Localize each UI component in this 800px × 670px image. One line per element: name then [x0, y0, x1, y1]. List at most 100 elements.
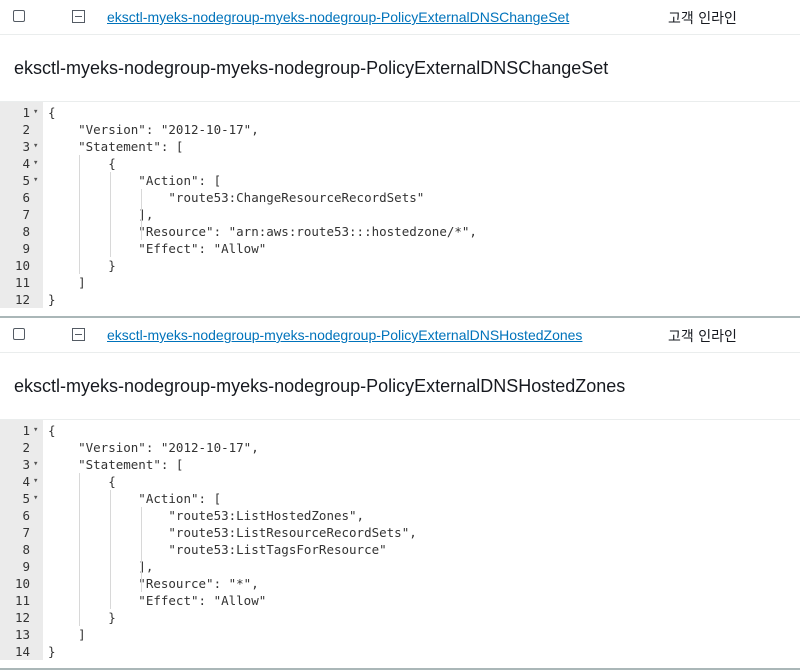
line-number: 4	[22, 156, 30, 171]
fold-arrow-icon[interactable]: ▾	[33, 473, 38, 490]
line-number: 5	[22, 491, 30, 506]
code-text: }	[48, 610, 116, 625]
policy-type-label: 고객 인라인	[668, 11, 737, 27]
fold-arrow-icon[interactable]: ▾	[33, 104, 38, 121]
line-number: 1	[22, 423, 30, 438]
policy-detail: eksctl-myeks-nodegroup-myeks-nodegroup-P…	[0, 35, 800, 318]
line-number: 1	[22, 105, 30, 120]
policy-list: eksctl-myeks-nodegroup-myeks-nodegroup-P…	[0, 0, 800, 670]
code-line: 8 "Resource": "arn:aws:route53:::hostedz…	[0, 223, 800, 240]
indent-guide	[79, 155, 80, 274]
code-line: 1 ▾ {	[0, 422, 800, 439]
code-line: 11 ]	[0, 274, 800, 291]
fold-arrow-icon[interactable]: ▾	[33, 456, 38, 473]
code-line: 4 ▾ {	[0, 155, 800, 172]
fold-arrow-icon[interactable]: ▾	[33, 422, 38, 439]
policy-row[interactable]: eksctl-myeks-nodegroup-myeks-nodegroup-P…	[0, 318, 800, 353]
code-text: "route53:ListHostedZones",	[48, 508, 365, 523]
line-number: 3	[22, 457, 30, 472]
editor-bottom-border	[0, 308, 800, 318]
code-text: ]	[48, 627, 86, 642]
code-text: "Action": [	[48, 491, 222, 506]
fold-arrow-icon[interactable]: ▾	[33, 172, 38, 189]
fold-arrow-icon[interactable]: ▾	[33, 155, 38, 172]
line-number: 7	[22, 207, 30, 222]
code-line: 13 ]	[0, 626, 800, 643]
line-number: 6	[22, 190, 30, 205]
code-text: }	[48, 292, 56, 307]
json-policy-editor[interactable]: 1 ▾{2 "Version": "2012-10-17", 3 ▾ "Stateme…	[0, 102, 800, 308]
code-text: }	[48, 258, 116, 273]
code-line: 6 "route53:ListHostedZones",	[0, 507, 800, 524]
code-line: 11 "Effect": "Allow"	[0, 592, 800, 609]
collapse-icon[interactable]	[72, 10, 85, 23]
code-text: {	[48, 423, 56, 438]
policy-detail-title: eksctl-myeks-nodegroup-myeks-nodegroup-P…	[0, 35, 800, 102]
indent-guide	[79, 473, 80, 626]
policy-name-link[interactable]: eksctl-myeks-nodegroup-myeks-nodegroup-P…	[107, 327, 582, 343]
json-policy-editor[interactable]: 1 ▾{2 "Version": "2012-10-17", 3 ▾ "Stateme…	[0, 420, 800, 660]
code-line: 5 ▾ "Action": [	[0, 490, 800, 507]
code-line: 9 "Effect": "Allow"	[0, 240, 800, 257]
code-line: 2 "Version": "2012-10-17",	[0, 121, 800, 138]
indent-guide	[110, 490, 111, 609]
code-line: 14}	[0, 643, 800, 660]
code-line: 5 ▾ "Action": [	[0, 172, 800, 189]
code-line: 1 ▾ {	[0, 104, 800, 121]
indent-guide	[141, 189, 142, 240]
line-number: 5	[22, 173, 30, 188]
code-text: }	[48, 644, 56, 659]
policy-detail: eksctl-myeks-nodegroup-myeks-nodegroup-P…	[0, 353, 800, 670]
code-text: "Action": [	[48, 173, 222, 188]
line-number: 12	[14, 292, 30, 307]
line-number: 10	[14, 576, 30, 591]
code-text: "Resource": "arn:aws:route53:::hostedzon…	[48, 224, 477, 239]
line-number: 9	[22, 559, 30, 574]
line-number: 12	[14, 610, 30, 625]
fold-arrow-icon[interactable]: ▾	[33, 138, 38, 155]
code-line: 4 ▾ {	[0, 473, 800, 490]
policy-type-label: 고객 인라인	[668, 329, 737, 345]
select-checkbox[interactable]	[13, 328, 25, 340]
code-text: "Version": "2012-10-17",	[48, 122, 259, 137]
line-number: 7	[22, 525, 30, 540]
code-line: 10 "Resource": "*",	[0, 575, 800, 592]
line-number: 9	[22, 241, 30, 256]
policy-detail-title: eksctl-myeks-nodegroup-myeks-nodegroup-P…	[0, 353, 800, 420]
line-number: 2	[22, 122, 30, 137]
code-text: ],	[48, 559, 154, 574]
code-line: 7 "route53:ListResourceRecordSets",	[0, 524, 800, 541]
code-text: {	[48, 105, 56, 120]
indent-guide	[110, 172, 111, 257]
select-checkbox[interactable]	[13, 10, 25, 22]
line-number: 4	[22, 474, 30, 489]
line-number: 3	[22, 139, 30, 154]
code-text: {	[48, 156, 116, 171]
policy-name-link[interactable]: eksctl-myeks-nodegroup-myeks-nodegroup-P…	[107, 9, 569, 25]
code-text: ],	[48, 207, 154, 222]
code-text: ]	[48, 275, 86, 290]
policy-row[interactable]: eksctl-myeks-nodegroup-myeks-nodegroup-P…	[0, 0, 800, 35]
code-line: 3 ▾ "Statement": [	[0, 456, 800, 473]
code-text: "route53:ListTagsForResource"	[48, 542, 387, 557]
line-number: 11	[14, 275, 30, 290]
code-text: "Statement": [	[48, 457, 184, 472]
code-line: 12}	[0, 291, 800, 308]
code-line: 9 ],	[0, 558, 800, 575]
code-line: 7 ],	[0, 206, 800, 223]
code-text: "route53:ChangeResourceRecordSets"	[48, 190, 425, 205]
code-text: "Effect": "Allow"	[48, 241, 267, 256]
collapse-icon[interactable]	[72, 328, 85, 341]
code-line: 10 }	[0, 257, 800, 274]
code-text: "route53:ListResourceRecordSets",	[48, 525, 417, 540]
line-number: 6	[22, 508, 30, 523]
code-line: 6 "route53:ChangeResourceRecordSets"	[0, 189, 800, 206]
indent-guide	[141, 507, 142, 592]
code-text: "Version": "2012-10-17",	[48, 440, 259, 455]
line-number: 8	[22, 224, 30, 239]
fold-arrow-icon[interactable]: ▾	[33, 490, 38, 507]
code-line: 8 "route53:ListTagsForResource"	[0, 541, 800, 558]
line-number: 13	[14, 627, 30, 642]
line-number: 8	[22, 542, 30, 557]
line-number: 2	[22, 440, 30, 455]
